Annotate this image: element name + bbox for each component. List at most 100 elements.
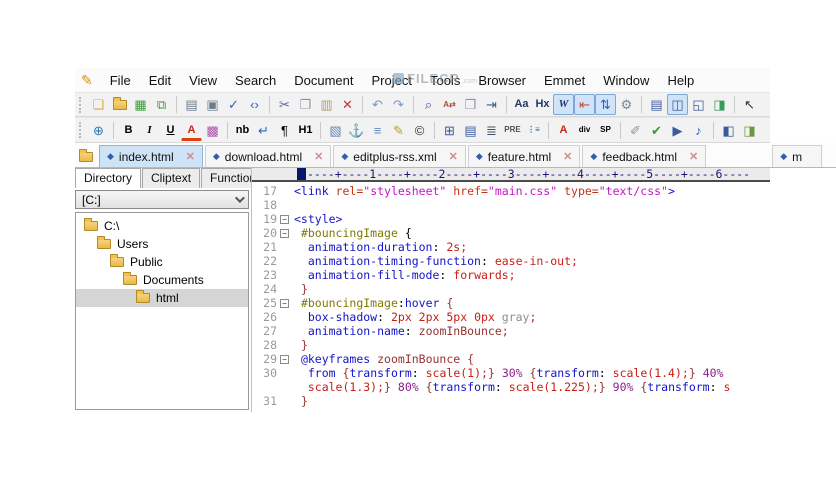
save-all-icon[interactable]: ⧉ [151,94,172,115]
code-text[interactable]: <style> [294,212,342,226]
undo-icon[interactable]: ↶ [367,94,388,115]
color-palette-icon[interactable]: ▩ [202,120,223,141]
tree-item-documents[interactable]: Documents [76,271,248,289]
textarea-icon[interactable]: ✎ [388,120,409,141]
menu-document[interactable]: Document [285,70,362,91]
document-list-icon[interactable]: ▤ [646,94,667,115]
spell-green-icon[interactable]: ✔ [646,120,667,141]
close-icon[interactable]: ✕ [689,150,698,163]
menu-project[interactable]: Project [363,70,421,91]
select-cursor-icon[interactable]: ↖ [739,94,760,115]
tree-item-html[interactable]: html [76,289,248,307]
paragraph-icon[interactable]: ¶ [274,120,295,141]
redo-icon[interactable]: ↷ [388,94,409,115]
menu-view[interactable]: View [180,70,226,91]
code-text[interactable]: animation-fill-mode: forwards; [294,268,516,282]
new-file-icon[interactable]: ❏ [88,94,109,115]
close-icon[interactable]: ✕ [314,150,323,163]
spell-check-icon[interactable]: ✓ [223,94,244,115]
indent-icon[interactable]: ⇤ [574,94,595,115]
menu-search[interactable]: Search [226,70,285,91]
code-text[interactable]: animation-timing-function: ease-in-out; [294,254,578,268]
code-text[interactable]: <link rel="stylesheet" href="main.css" t… [294,184,675,198]
line-break-icon[interactable]: ↵ [253,120,274,141]
tab-index.html[interactable]: ◆index.html✕ [99,145,203,167]
italic-icon[interactable]: I [139,120,160,141]
print-icon[interactable]: ▣ [202,94,223,115]
delete-icon[interactable]: ✕ [337,94,358,115]
cut-icon[interactable]: ✂ [274,94,295,115]
paste-icon[interactable]: ▥ [316,94,337,115]
code-text[interactable]: #bouncingImage:hover { [294,296,453,310]
fold-collapse-icon[interactable]: − [280,229,289,238]
sidebar-tab-cliptext[interactable]: Cliptext [142,168,200,188]
tab-list-folder-icon[interactable] [79,152,93,162]
music-icon[interactable]: ♪ [688,120,709,141]
code-text[interactable]: } [294,338,308,352]
hex-viewer-icon[interactable]: Hx [532,94,553,115]
video-icon[interactable]: ▶ [667,120,688,141]
anchor-icon[interactable]: ⚓ [346,120,367,141]
code-text[interactable]: box-shadow: 2px 2px 5px 0px gray; [294,310,536,324]
toolbar-grip[interactable] [79,122,83,138]
underline-icon[interactable]: U [160,120,181,141]
menu-file[interactable]: File [101,70,140,91]
tab-feedback.html[interactable]: ◆feedback.html✕ [582,145,706,167]
change-case-icon[interactable]: Aa [511,94,532,115]
div-tag-icon[interactable]: div [574,120,595,141]
tab-feature.html[interactable]: ◆feature.html✕ [468,145,581,167]
preferences-icon[interactable]: ⚙ [616,94,637,115]
code-text[interactable]: } [294,394,308,408]
find-in-files-icon[interactable]: ❒ [460,94,481,115]
browser-panel-icon[interactable]: ◨ [709,94,730,115]
toolbar-grip[interactable] [79,97,83,113]
panel-grid-icon[interactable]: ◨ [739,120,760,141]
browser-globe-icon[interactable]: ⊕ [88,120,109,141]
word-wrap-icon[interactable]: W [553,94,574,115]
drive-selector[interactable]: [C:] [75,190,249,209]
menu-edit[interactable]: Edit [140,70,180,91]
menu-help[interactable]: Help [658,70,703,91]
code-text[interactable]: scale(1.3);} 80% {transform: scale(1.225… [294,380,730,394]
code-editor[interactable]: ----+----1----+----2----+----3----+----4… [251,168,770,412]
side-panel-icon[interactable]: ◫ [667,94,688,115]
code-text[interactable]: from {transform: scale(1);} 30% {transfo… [294,366,723,380]
div-center-icon[interactable]: ▤ [460,120,481,141]
panel-list-icon[interactable]: ◧ [718,120,739,141]
heading-icon[interactable]: H1 [295,120,316,141]
table-icon[interactable]: ⊞ [439,120,460,141]
image-icon[interactable]: ▧ [325,120,346,141]
menu-emmet[interactable]: Emmet [535,70,594,91]
tab-editplus-rss.xml[interactable]: ◆editplus-rss.xml✕ [333,145,466,167]
copyright-icon[interactable]: © [409,120,430,141]
fold-collapse-icon[interactable]: − [280,215,289,224]
open-file-icon[interactable] [109,94,130,115]
bold-icon[interactable]: B [118,120,139,141]
script-edit-icon[interactable]: ✐ [625,120,646,141]
list-icon[interactable]: ⋮≡ [523,120,544,141]
output-panel-icon[interactable]: ◱ [688,94,709,115]
pre-icon[interactable]: PRE [502,120,523,141]
view-in-browser-icon[interactable]: ‹› [244,94,265,115]
fold-collapse-icon[interactable]: − [280,299,289,308]
tab-m[interactable]: ◆m [772,145,822,167]
print-preview-icon[interactable]: ▤ [181,94,202,115]
sidebar-tab-directory[interactable]: Directory [75,168,141,188]
goto-line-icon[interactable]: ⇥ [481,94,502,115]
fold-collapse-icon[interactable]: − [280,355,289,364]
menu-tools[interactable]: Tools [421,70,469,91]
horizontal-rule-icon[interactable]: ≡ [367,120,388,141]
tree-item-users[interactable]: Users [76,235,248,253]
code-text[interactable]: #bouncingImage { [294,226,412,240]
code-text[interactable]: animation-duration: 2s; [294,240,467,254]
close-icon[interactable]: ✕ [563,150,572,163]
font-tag-icon[interactable]: A [553,120,574,141]
span-tag-icon[interactable]: SP [595,120,616,141]
sort-icon[interactable]: ⇅ [595,94,616,115]
tree-item-c[interactable]: C:\ [76,217,248,235]
code-text[interactable]: animation-name: zoomInBounce; [294,324,509,338]
code-text[interactable]: @keyframes zoomInBounce { [294,352,474,366]
close-icon[interactable]: ✕ [449,150,458,163]
tab-download.html[interactable]: ◆download.html✕ [205,145,332,167]
font-color-icon[interactable]: A [181,122,202,141]
